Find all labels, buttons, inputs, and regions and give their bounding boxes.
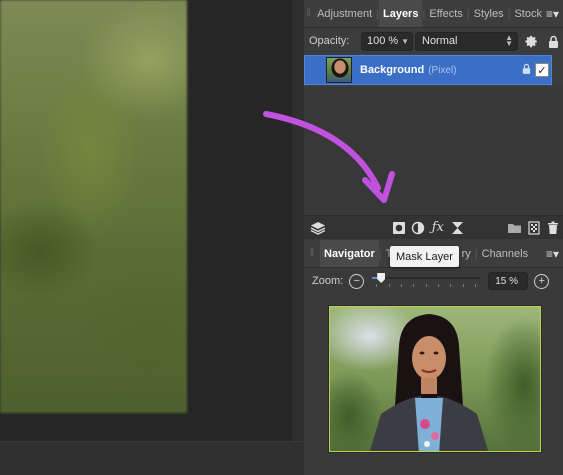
zoom-slider-ticks xyxy=(376,284,477,287)
opacity-field[interactable]: 100 % ▼ xyxy=(361,31,413,51)
tooltip-text: Mask Layer xyxy=(396,250,453,263)
tab-stock[interactable]: Stock xyxy=(510,0,546,27)
tab-styles[interactable]: Styles xyxy=(470,0,508,27)
adjustment-icon[interactable] xyxy=(409,218,428,238)
zoom-slider-thumb[interactable] xyxy=(377,273,386,283)
updown-chevron-icon: ▲ ▼ xyxy=(505,33,513,48)
navigator-preview[interactable] xyxy=(328,305,542,453)
layer-type: (Pixel) xyxy=(428,64,457,76)
fx-icon[interactable]: ƒx xyxy=(428,218,447,238)
tab-channels[interactable]: Channels xyxy=(478,240,532,267)
canvas-area[interactable] xyxy=(0,0,292,475)
tab-effects[interactable]: Effects xyxy=(425,0,466,27)
layer-lock-icon[interactable] xyxy=(522,63,531,77)
blend-mode-select[interactable]: Normal ▲ ▼ xyxy=(415,31,518,51)
folder-icon[interactable] xyxy=(505,218,524,238)
layer-row-background[interactable]: Background (Pixel) ✓ xyxy=(304,55,552,85)
tab-history[interactable]: ry xyxy=(458,240,475,267)
zoom-value-field[interactable]: 15 % xyxy=(488,272,529,290)
zoom-slider[interactable] xyxy=(372,273,481,288)
panel-grip-icon[interactable]: ‖ xyxy=(304,0,313,27)
panel-grip-icon[interactable]: ‖ xyxy=(304,240,320,267)
opacity-row: Opacity: 100 % ▼ Normal ▲ ▼ xyxy=(304,29,563,53)
tab-navigator[interactable]: Navigator xyxy=(320,240,379,267)
tooltip-mask-layer: Mask Layer xyxy=(390,246,459,267)
chevron-down-icon: ▼ xyxy=(401,36,409,46)
navigator-panel: ‖ Navigator | Tr ry | Channels ≡▾ Zoom: … xyxy=(304,240,563,475)
layers-stack-icon[interactable] xyxy=(308,218,327,238)
canvas-bottom-bar xyxy=(0,441,304,475)
zoom-out-icon[interactable]: − xyxy=(349,273,365,289)
hourglass-icon[interactable] xyxy=(448,218,467,238)
opacity-label: Opacity: xyxy=(309,35,350,47)
layers-list-empty-area xyxy=(304,87,563,215)
layer-thumbnail xyxy=(326,57,352,83)
panel-gutter xyxy=(292,0,304,475)
panel-menu-icon[interactable]: ≡▾ xyxy=(546,247,563,261)
canvas-photo[interactable] xyxy=(0,0,187,413)
gear-icon[interactable] xyxy=(522,32,540,50)
zoom-value: 15 % xyxy=(495,275,518,287)
navigator-preview-image xyxy=(329,306,541,452)
trash-icon[interactable] xyxy=(544,218,563,238)
tab-layers[interactable]: Layers xyxy=(378,0,423,27)
zoom-in-icon[interactable]: + xyxy=(534,273,550,289)
layers-panel: ‖ Adjustment | Layers | Effects | Styles… xyxy=(304,0,563,240)
zoom-label: Zoom: xyxy=(312,275,344,287)
layer-visibility-checkbox[interactable]: ✓ xyxy=(535,63,549,77)
zoom-row: Zoom: − 15 % + xyxy=(304,269,563,293)
opacity-value: 100 % xyxy=(367,35,399,47)
panel-menu-icon[interactable]: ≡▾ xyxy=(546,7,563,21)
layers-toolbar: ƒx xyxy=(304,215,563,239)
mask-layer-icon[interactable] xyxy=(389,218,408,238)
lock-icon[interactable] xyxy=(544,32,562,50)
tab-adjustment[interactable]: Adjustment xyxy=(313,0,376,27)
blend-mode-value: Normal xyxy=(422,35,458,47)
layer-name: Background xyxy=(360,64,425,76)
zoom-slider-track xyxy=(372,277,481,279)
layers-tabbar: ‖ Adjustment | Layers | Effects | Styles… xyxy=(304,0,563,28)
add-pixel-layer-icon[interactable] xyxy=(524,218,543,238)
